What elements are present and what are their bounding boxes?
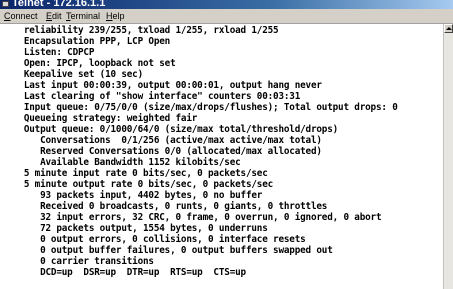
menu-bar: Connect Edit Terminal Help (0, 9, 453, 24)
scroll-up-arrow-icon[interactable] (444, 24, 453, 33)
menu-terminal-label: erminal (70, 11, 101, 21)
terminal-line: reliability 239/255, txload 1/255, rxloa… (13, 25, 279, 36)
menu-help[interactable]: Help (106, 9, 125, 24)
menu-connect[interactable]: Connect (4, 9, 38, 24)
terminal-line: Input queue: 0/75/0/0 (size/max/drops/fl… (13, 102, 398, 113)
terminal-line: Last input 00:00:39, output 00:00:01, ou… (13, 80, 322, 91)
menu-help-label: elp (112, 11, 125, 21)
terminal-line: Conversations 0/1/256 (active/max active… (13, 135, 322, 146)
terminal-line: Reserved Conversations 0/0 (allocated/ma… (13, 146, 322, 157)
terminal-icon (2, 1, 9, 7)
terminal-line: 72 packets output, 1554 bytes, 0 underru… (13, 223, 268, 234)
terminal-line: 0 output errors, 0 collisions, 0 interfa… (13, 234, 306, 245)
terminal-line: Received 0 broadcasts, 0 runts, 0 giants… (13, 201, 328, 212)
terminal-line: Available Bandwidth 1152 kilobits/sec (13, 157, 241, 168)
terminal-line: 0 carrier transitions (13, 256, 154, 267)
terminal-line: DCD=up DSR=up DTR=up RTS=up CTS=up (13, 267, 246, 278)
terminal-line: 93 packets input, 4402 bytes, 0 no buffe… (13, 190, 263, 201)
terminal-line: 0 output buffer failures, 0 output buffe… (13, 245, 333, 256)
menu-terminal[interactable]: Terminal (66, 9, 100, 24)
telnet-window: Telnet - 172.16.1.1 Connect Edit Termina… (0, 0, 453, 289)
terminal-line: Output queue: 0/1000/64/0 (size/max tota… (13, 124, 339, 135)
terminal-line: Keepalive set (10 sec) (13, 69, 144, 80)
vertical-scrollbar[interactable] (443, 24, 453, 289)
terminal-line: Listen: CDPCP (13, 47, 95, 58)
menu-connect-label: onnect (10, 11, 38, 21)
title-bar[interactable]: Telnet - 172.16.1.1 (0, 0, 453, 9)
terminal-line: 5 minute output rate 0 bits/sec, 0 packe… (13, 179, 274, 190)
terminal-line: Open: IPCP, loopback not set (13, 58, 176, 69)
terminal-line: 32 input errors, 32 CRC, 0 frame, 0 over… (13, 212, 382, 223)
terminal-line: 5 minute input rate 0 bits/sec, 0 packet… (13, 168, 268, 179)
terminal-output[interactable]: reliability 239/255, txload 1/255, rxloa… (0, 24, 443, 289)
window-title: Telnet - 172.16.1.1 (12, 0, 106, 9)
menu-edit[interactable]: Edit (46, 9, 62, 24)
menu-edit-label: dit (52, 11, 62, 21)
terminal-line: Last clearing of "show interface" counte… (13, 91, 301, 102)
terminal-line: Queueing strategy: weighted fair (13, 113, 198, 124)
terminal-line: Encapsulation PPP, LCP Open (13, 36, 171, 47)
